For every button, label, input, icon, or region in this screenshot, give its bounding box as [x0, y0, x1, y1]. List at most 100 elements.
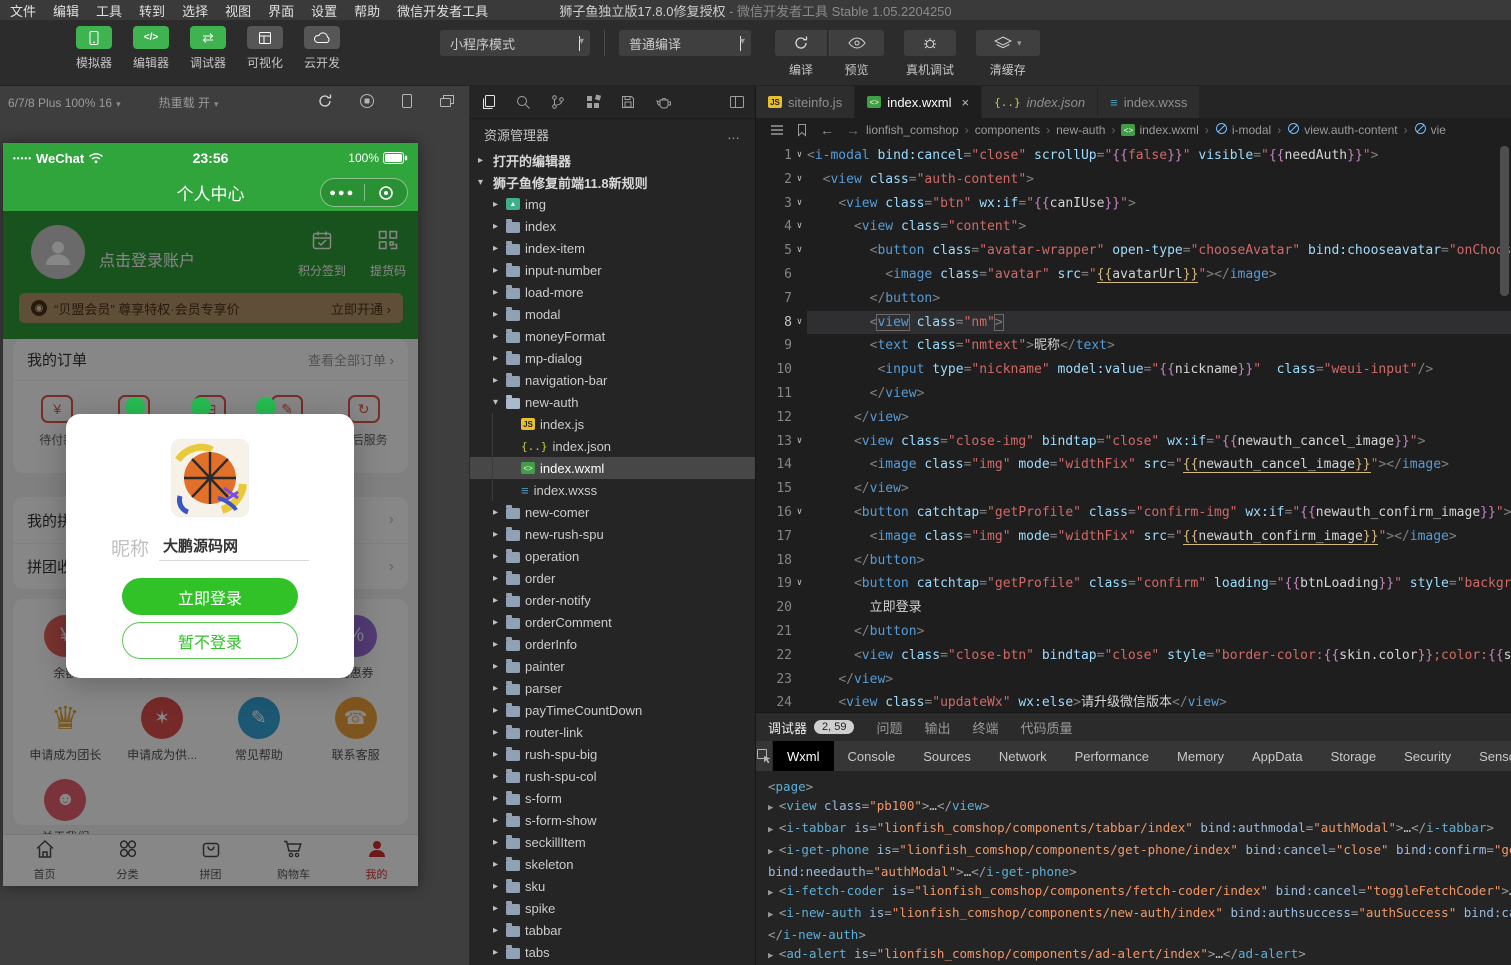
tree-item-index.js[interactable]: JSindex.js: [470, 413, 755, 435]
debugger-tab-输出[interactable]: 输出: [925, 718, 951, 737]
fold-icon[interactable]: ∨: [792, 501, 807, 525]
tree-item-tabbar[interactable]: ▸tabbar: [470, 919, 755, 941]
tree-item-rush-spu-big[interactable]: ▸rush-spu-big: [470, 743, 755, 765]
fold-icon[interactable]: ∨: [792, 144, 807, 168]
capsule-menu[interactable]: ●●●: [320, 178, 408, 207]
fold-icon[interactable]: ∨: [792, 239, 807, 263]
editor-tab-index.json[interactable]: {..}index.json: [982, 86, 1098, 118]
breadcrumb-item[interactable]: components: [975, 123, 1040, 137]
collapse-sidebar-icon[interactable]: [729, 95, 745, 109]
record-sim-icon[interactable]: [359, 93, 375, 112]
avatar-image[interactable]: [172, 440, 248, 516]
breadcrumb-item[interactable]: vie: [1414, 122, 1446, 138]
devtools-tab-Memory[interactable]: Memory: [1163, 741, 1238, 771]
tree-item-index.json[interactable]: {..}index.json: [470, 435, 755, 457]
inspect-element-icon[interactable]: [756, 741, 773, 771]
win-sim-icon[interactable]: [439, 94, 455, 111]
debugger-tab-终端[interactable]: 终端: [973, 718, 999, 737]
fold-icon[interactable]: ∨: [792, 311, 807, 335]
devtools-tab-Security[interactable]: Security: [1390, 741, 1465, 771]
login-later-button[interactable]: 暂不登录: [122, 622, 298, 659]
tree-section[interactable]: ▾狮子鱼修复前端11.8新规则: [470, 171, 755, 193]
menu-item[interactable]: 设置: [311, 1, 337, 20]
outline-icon[interactable]: [770, 124, 784, 136]
toolbar-phone-button[interactable]: 模拟器: [72, 26, 116, 71]
devtools-tab-Storage[interactable]: Storage: [1317, 741, 1391, 771]
back-icon[interactable]: ←: [820, 122, 834, 138]
tree-item-input-number[interactable]: ▸input-number: [470, 259, 755, 281]
tree-item-s-form[interactable]: ▸s-form: [470, 787, 755, 809]
fold-icon[interactable]: ∨: [792, 192, 807, 216]
tree-item-load-more[interactable]: ▸load-more: [470, 281, 755, 303]
devtools-tab-Network[interactable]: Network: [985, 741, 1061, 771]
devtools-tab-AppData[interactable]: AppData: [1238, 741, 1317, 771]
tree-item-new-rush-spu[interactable]: ▸new-rush-spu: [470, 523, 755, 545]
tree-item-orderComment[interactable]: ▸orderComment: [470, 611, 755, 633]
close-target-icon[interactable]: [365, 184, 408, 202]
save-activity-icon[interactable]: [620, 94, 636, 110]
fold-icon[interactable]: ∨: [792, 215, 807, 239]
menu-item[interactable]: 帮助: [354, 1, 380, 20]
ext-activity-icon[interactable]: [585, 94, 601, 110]
breadcrumb-item[interactable]: <>index.wxml: [1121, 123, 1198, 137]
tree-item-orderInfo[interactable]: ▸orderInfo: [470, 633, 755, 655]
toolbar-code-button[interactable]: </>编辑器: [129, 26, 173, 71]
dom-node[interactable]: ▶ <i-get-phone is="lionfish_comshop/comp…: [768, 840, 1511, 862]
dom-node[interactable]: </i-new-auth>: [768, 925, 1511, 944]
git-activity-icon[interactable]: [550, 94, 566, 110]
fold-icon[interactable]: ∨: [792, 168, 807, 192]
bookmark-icon[interactable]: [796, 123, 808, 137]
files-activity-icon[interactable]: [480, 94, 496, 110]
dom-node[interactable]: <page>: [768, 777, 1511, 796]
tree-item-order[interactable]: ▸order: [470, 567, 755, 589]
expand-arrow-icon[interactable]: ▶: [768, 803, 779, 813]
editor-scrollbar[interactable]: [1500, 146, 1509, 296]
debugger-tab-问题[interactable]: 问题: [876, 718, 902, 737]
tree-item-index.wxss[interactable]: ≡index.wxss: [470, 479, 755, 501]
code-editor[interactable]: 1∨<i-modal bind:cancel="close" scrollUp=…: [756, 142, 1511, 712]
search-activity-icon[interactable]: [515, 94, 531, 110]
tree-section[interactable]: ▸打开的编辑器: [470, 149, 755, 171]
layers-action-button[interactable]: ▾清缓存: [976, 26, 1040, 78]
dom-node[interactable]: ▶ <i-tabbar is="lionfish_comshop/compone…: [768, 818, 1511, 840]
fold-icon[interactable]: ∨: [792, 430, 807, 454]
expand-arrow-icon[interactable]: ▶: [768, 910, 779, 920]
tree-item-parser[interactable]: ▸parser: [470, 677, 755, 699]
tree-item-sku[interactable]: ▸sku: [470, 875, 755, 897]
tree-item-order-notify[interactable]: ▸order-notify: [470, 589, 755, 611]
dom-node[interactable]: ▶ <view class="pb100">…</view>: [768, 796, 1511, 818]
tree-item-new-auth[interactable]: ▾new-auth: [470, 391, 755, 413]
hot-reload-toggle[interactable]: 热重载 开▾: [159, 94, 219, 111]
tree-item-payTimeCountDown[interactable]: ▸payTimeCountDown: [470, 699, 755, 721]
tree-item-operation[interactable]: ▸operation: [470, 545, 755, 567]
tree-item-index.wxml[interactable]: <>index.wxml: [470, 457, 755, 479]
close-tab-icon[interactable]: ×: [962, 95, 970, 110]
more-actions-icon[interactable]: …: [727, 127, 741, 142]
dom-node[interactable]: bind:needauth="authModal">…</i-get-phone…: [768, 862, 1511, 881]
tree-item-navigation-bar[interactable]: ▸navigation-bar: [470, 369, 755, 391]
tree-item-new-comer[interactable]: ▸new-comer: [470, 501, 755, 523]
devtools-tab-Sensor[interactable]: Sensor: [1465, 741, 1511, 771]
devtools-tab-Performance[interactable]: Performance: [1061, 741, 1163, 771]
phone-sim-icon[interactable]: [401, 93, 413, 112]
mode-select[interactable]: 小程序模式 ▾: [440, 30, 590, 56]
debugger-tab-调试器[interactable]: 调试器2, 59: [768, 718, 854, 737]
tree-item-router-link[interactable]: ▸router-link: [470, 721, 755, 743]
breadcrumb-item[interactable]: lionfish_comshop: [866, 123, 959, 137]
toolbar-cloud-button[interactable]: 云开发: [300, 26, 344, 71]
tree-item-rush-spu-col[interactable]: ▸rush-spu-col: [470, 765, 755, 787]
breadcrumb-item[interactable]: new-auth: [1056, 123, 1105, 137]
tree-item-s-form-show[interactable]: ▸s-form-show: [470, 809, 755, 831]
menu-item[interactable]: 视图: [225, 1, 251, 20]
menu-item[interactable]: 工具: [96, 1, 122, 20]
expand-arrow-icon[interactable]: ▶: [768, 847, 779, 857]
toolbar-swap-button[interactable]: 调试器: [186, 26, 230, 71]
dom-node[interactable]: ▶ <ad-alert is="lionfish_comshop/compone…: [768, 944, 1511, 965]
bug-action-button[interactable]: 真机调试: [904, 26, 956, 78]
tree-item-skeleton[interactable]: ▸skeleton: [470, 853, 755, 875]
dom-node[interactable]: ▶ <i-fetch-coder is="lionfish_comshop/co…: [768, 881, 1511, 903]
menu-item[interactable]: 编辑: [53, 1, 79, 20]
menu-item[interactable]: 界面: [268, 1, 294, 20]
devtools-tab-Wxml[interactable]: Wxml: [773, 741, 834, 771]
editor-tab-siteinfo.js[interactable]: JSsiteinfo.js: [756, 86, 855, 118]
